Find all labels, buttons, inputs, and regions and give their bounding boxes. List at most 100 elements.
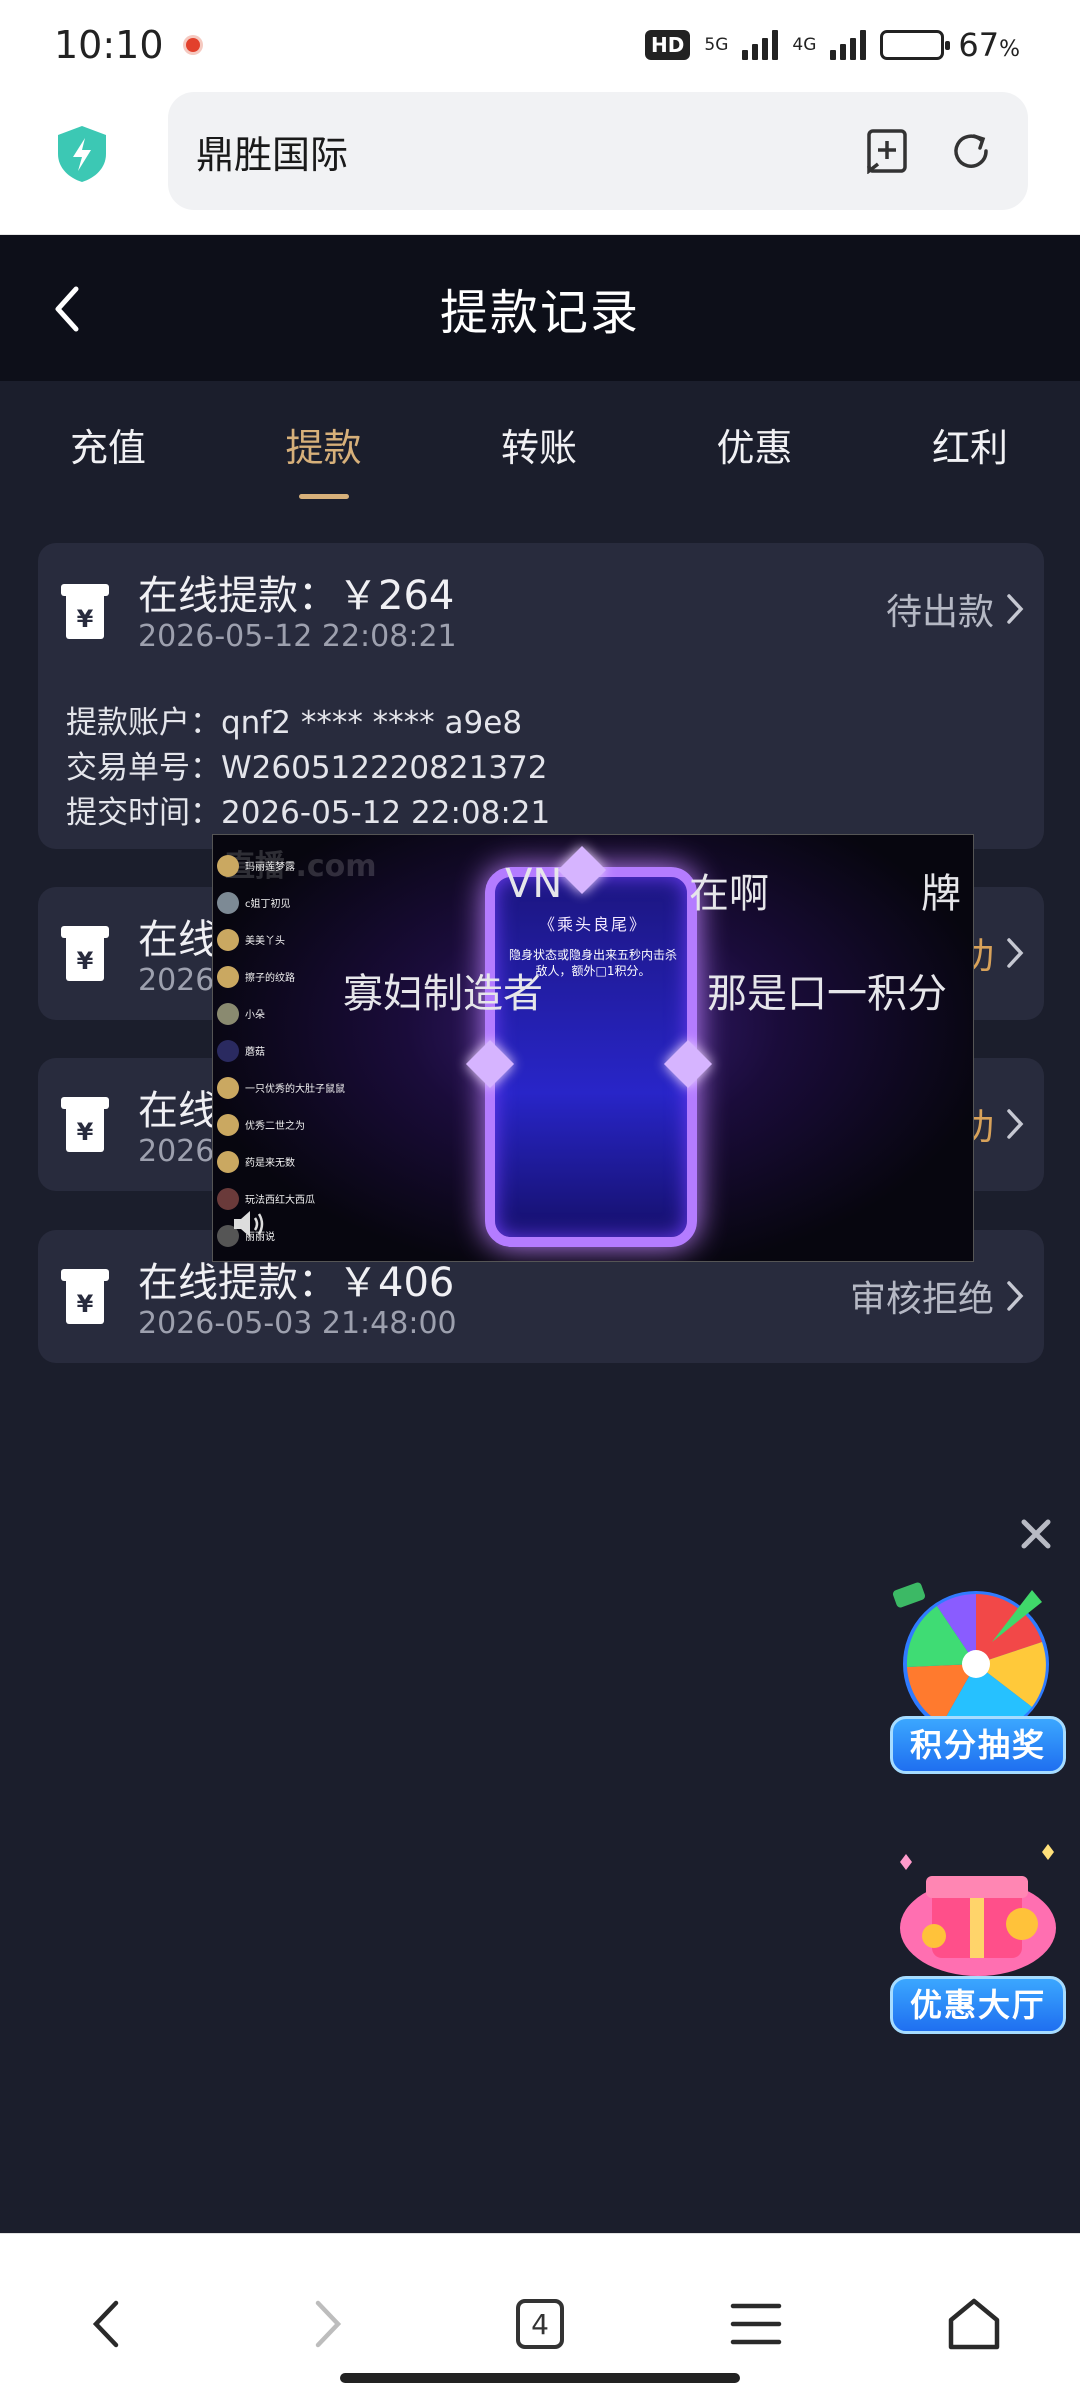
frame-gem [465, 1039, 515, 1089]
video-chat-list: 玛丽莲梦露 c姐丁初见 美美丫头 擦子的纹路 小朵 蘑菇 一只优秀的大肚子鼠鼠 … [217, 847, 357, 1254]
status-time: 10:10 [54, 23, 164, 67]
tab-recharge[interactable]: 充值 [36, 381, 180, 511]
chat-name: 美美丫头 [245, 936, 285, 947]
record-card[interactable]: ¥ 在线提款：￥264 2026-05-12 22:08:21 待出款 提款账户… [38, 543, 1044, 849]
danmu-comment: VN [505, 861, 563, 907]
floating-video-player[interactable]: 直播 .com 玛丽莲梦露 c姐丁初见 美美丫头 擦子的纹路 小朵 蘑菇 一只优… [212, 834, 974, 1262]
refresh-icon[interactable] [948, 128, 994, 174]
avatar [217, 854, 239, 877]
chevron-left-icon[interactable] [40, 279, 100, 339]
notification-icon [185, 38, 200, 52]
danmu-comment: 那是口一积分 [707, 971, 947, 1017]
battery-icon [880, 30, 951, 60]
status-bar: 10:10 HD 5G 4G 67% [0, 0, 1080, 90]
chat-item: 药是来无数 [217, 1143, 357, 1180]
gift-icon [900, 1844, 1056, 1976]
svg-text:¥: ¥ [77, 947, 94, 975]
tab-transfer[interactable]: 转账 [467, 381, 611, 511]
detail-account-value: qnf2 **** **** a9e8 [221, 705, 523, 741]
net-5g-text: 5G [704, 34, 729, 55]
signal-4g-icon [830, 30, 867, 60]
promo-points-lottery[interactable]: 积分抽奖 [882, 1572, 1070, 1792]
promo-label: 优惠大厅 [890, 1976, 1066, 2034]
record-time: 2026-05-12 22:08:21 [138, 619, 457, 654]
chevron-right-icon [1007, 1109, 1024, 1139]
tabs-button[interactable]: 4 [510, 2294, 570, 2354]
video-frame-title: 《乘头良尾》 [538, 915, 647, 934]
record-time: 2026-05-03 21:48:00 [138, 1306, 457, 1341]
battery-percent-unit: % [999, 37, 1020, 62]
network-4g-label: 4G [792, 36, 816, 54]
page-title: 提款记录 [439, 285, 640, 341]
chat-name: 药是来无数 [245, 1158, 295, 1169]
video-game-frame: 《乘头良尾》 隐身状态或隐身出来五秒内击杀敌人，额外□1积分。 [465, 845, 713, 1247]
yen-ticket-icon: ¥ [61, 926, 109, 981]
home-icon[interactable] [944, 2294, 1004, 2354]
svg-text:¥: ¥ [77, 1118, 94, 1146]
avatar [217, 1002, 239, 1025]
record-status[interactable]: 待出款 [886, 583, 1026, 635]
chat-item: 美美丫头 [217, 921, 357, 958]
chat-name: 一只优秀的大肚子鼠鼠 [245, 1084, 345, 1095]
tab-withdraw[interactable]: 提款 [252, 381, 396, 511]
avatar [217, 891, 239, 914]
url-actions [864, 128, 994, 174]
frame-gem [557, 845, 607, 895]
danmu-comment: 在啊 [689, 871, 769, 917]
avatar [217, 1113, 239, 1136]
danmu-comment: 寡妇制造者 [343, 971, 543, 1017]
chat-name: c姐丁初见 [245, 899, 291, 910]
record-title: 在线提款：￥264 [138, 573, 455, 619]
chat-name: 小朵 [245, 1010, 265, 1021]
avatar [217, 965, 239, 988]
shield-bolt-icon[interactable] [54, 124, 110, 184]
chat-name: 玩法西红大西瓜 [245, 1195, 315, 1206]
page-header: 提款记录 [0, 235, 1080, 381]
chat-item: 玛丽莲梦露 [217, 847, 357, 884]
speaker-icon[interactable] [231, 1207, 267, 1241]
tab-promotion[interactable]: 优惠 [683, 381, 827, 511]
detail-order-no: 交易单号：W260512220821372 [66, 742, 548, 787]
avatar [217, 1076, 239, 1099]
home-indicator[interactable] [340, 2373, 740, 2383]
detail-submit-key: 提交时间： [66, 795, 221, 831]
yen-ticket-icon: ¥ [61, 584, 109, 639]
back-arrow-icon[interactable] [76, 2294, 136, 2354]
bookmark-add-icon[interactable] [864, 128, 910, 174]
wheel-icon [892, 1582, 1049, 1737]
danmu-comment: 牌 [921, 871, 961, 917]
detail-account-key: 提款账户： [66, 705, 221, 741]
menu-icon[interactable] [726, 2294, 786, 2354]
chat-item: 一只优秀的大肚子鼠鼠 [217, 1069, 357, 1106]
close-icon[interactable] [1018, 1516, 1054, 1552]
record-title: 在线 [138, 1088, 218, 1134]
frame-gem [663, 1039, 713, 1089]
tab-bonus[interactable]: 红利 [898, 381, 1042, 511]
yen-ticket-icon: ¥ [61, 1097, 109, 1152]
signal-5g-icon [742, 30, 779, 60]
battery-percent: 67% [958, 26, 1020, 64]
detail-submit-value: 2026-05-12 22:08:21 [221, 795, 551, 831]
avatar [217, 928, 239, 951]
battery-percent-value: 67 [958, 26, 1000, 64]
chat-item: 优秀二世之为 [217, 1106, 357, 1143]
browser-address-area: 鼎胜国际 [0, 90, 1080, 235]
chat-name: 优秀二世之为 [245, 1121, 305, 1132]
chat-name: 蘑菇 [245, 1047, 265, 1058]
url-text[interactable]: 鼎胜国际 [196, 124, 348, 179]
detail-account: 提款账户：qnf2 **** **** a9e8 [66, 697, 522, 742]
yen-ticket-icon: ¥ [61, 1269, 109, 1324]
record-status[interactable]: 审核拒绝 [850, 1270, 1026, 1322]
chat-item: 擦子的纹路 [217, 958, 357, 995]
forward-arrow-icon[interactable] [298, 2294, 358, 2354]
svg-text:¥: ¥ [77, 1290, 94, 1318]
record-status-text: 审核拒绝 [849, 1279, 994, 1320]
record-title: 在线 [138, 917, 218, 963]
chat-name: 玛丽莲梦露 [245, 862, 295, 873]
chat-name: 擦子的纹路 [245, 973, 295, 984]
record-status-text: 待出款 [885, 592, 994, 633]
status-left: 10:10 [54, 23, 200, 67]
record-tabs: 充值 提款 转账 优惠 红利 [0, 381, 1080, 511]
avatar [217, 1039, 239, 1062]
promo-promotion-hall[interactable]: 优惠大厅 [882, 1832, 1070, 2046]
